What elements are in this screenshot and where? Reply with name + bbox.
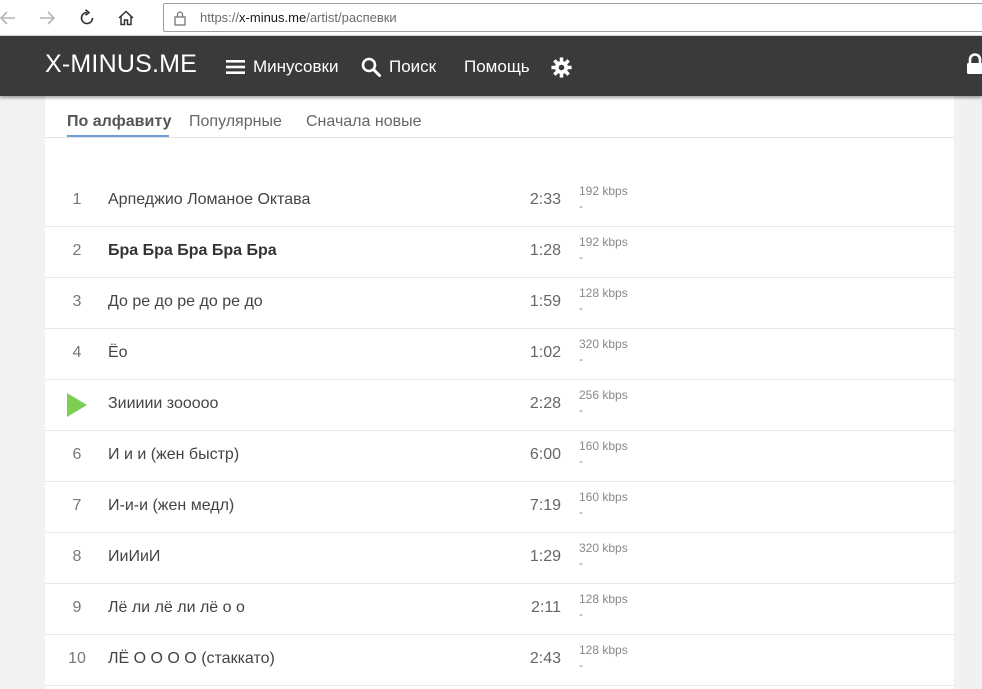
track-number: 9 (72, 599, 82, 616)
scrollbar-track[interactable] (962, 96, 982, 689)
track-list: 1 Арпеджио Ломаное Октава 2:33 192 kbps … (45, 176, 954, 686)
track-extra: - (579, 658, 583, 672)
back-button[interactable] (0, 4, 22, 32)
forward-arrow-icon (40, 11, 56, 25)
track-row[interactable]: 10 ЛЁ О О О О (стаккато) 2:43 128 kbps - (45, 635, 954, 686)
track-number: 1 (72, 191, 82, 208)
lock-icon[interactable] (966, 53, 982, 75)
track-duration: 2:33 (529, 191, 561, 208)
reload-button[interactable] (73, 4, 101, 32)
url-text: https://x-minus.me/artist/распевки (200, 10, 397, 25)
track-extra: - (579, 556, 583, 570)
back-arrow-icon (0, 11, 15, 25)
reload-icon (80, 9, 94, 25)
track-row[interactable]: 7 И-и-и (жен медл) 7:19 160 kbps - (45, 482, 954, 533)
track-title[interactable]: ЛЁ О О О О (стаккато) (108, 650, 275, 668)
track-title[interactable]: Ёо (108, 344, 128, 362)
track-duration: 1:02 (529, 344, 561, 361)
padlock-icon (174, 11, 186, 26)
track-extra: - (579, 250, 583, 264)
track-number: 2 (72, 242, 82, 259)
track-duration: 7:19 (529, 497, 561, 514)
track-title[interactable]: И и и (жен быстр) (108, 446, 239, 464)
track-duration: 2:43 (529, 650, 561, 667)
track-duration: 1:29 (529, 548, 561, 565)
track-extra: - (579, 505, 583, 519)
track-number: 7 (72, 497, 82, 514)
track-list-panel: По алфавиту Популярные Сначала новые 1 А… (45, 96, 954, 689)
tab-alphabetical[interactable]: По алфавиту (67, 113, 171, 131)
track-bitrate: 160 kbps (579, 490, 628, 504)
browser-toolbar: https://x-minus.me/artist/распевки (0, 0, 982, 36)
nav-search[interactable]: Поиск (361, 54, 436, 80)
track-extra: - (579, 199, 583, 213)
track-number: 8 (72, 548, 82, 565)
track-extra: - (579, 454, 583, 468)
tab-newest[interactable]: Сначала новые (306, 113, 421, 131)
track-row[interactable]: 1 Арпеджио Ломаное Октава 2:33 192 kbps … (45, 176, 954, 227)
track-title[interactable]: ИиИиИ (108, 548, 160, 566)
track-row[interactable]: Зиииии зооооо 2:28 256 kbps - (45, 380, 954, 431)
track-duration: 6:00 (529, 446, 561, 463)
track-extra: - (579, 607, 583, 621)
track-title[interactable]: Зиииии зооооо (108, 395, 218, 413)
track-number: 3 (72, 293, 82, 310)
track-number: 4 (72, 344, 82, 361)
play-icon[interactable] (67, 393, 87, 417)
track-title[interactable]: Лё ли лё ли лё о о (108, 599, 245, 617)
track-row[interactable]: 6 И и и (жен быстр) 6:00 160 kbps - (45, 431, 954, 482)
track-title[interactable]: Бра Бра Бра Бра Бра (108, 242, 277, 260)
forward-button[interactable] (33, 4, 61, 32)
home-icon (118, 10, 134, 26)
track-row[interactable]: 4 Ёо 1:02 320 kbps - (45, 329, 954, 380)
settings-button[interactable] (551, 54, 580, 80)
nav-search-label: Поиск (389, 57, 437, 76)
track-duration: 2:28 (529, 395, 561, 412)
nav-help[interactable]: Помощь (464, 54, 530, 80)
track-extra: - (579, 352, 583, 366)
track-duration: 1:59 (529, 293, 561, 310)
track-bitrate: 128 kbps (579, 592, 628, 606)
track-bitrate: 128 kbps (579, 643, 628, 657)
gear-icon (551, 56, 572, 78)
track-duration: 2:11 (531, 599, 561, 616)
track-bitrate: 192 kbps (579, 235, 628, 249)
address-bar[interactable]: https://x-minus.me/artist/распевки (163, 3, 982, 32)
track-duration: 1:28 (529, 242, 561, 259)
track-bitrate: 256 kbps (579, 388, 628, 402)
track-title[interactable]: И-и-и (жен медл) (108, 497, 234, 515)
track-bitrate: 320 kbps (579, 337, 628, 351)
home-button[interactable] (112, 4, 140, 32)
track-row[interactable]: 8 ИиИиИ 1:29 320 kbps - (45, 533, 954, 584)
track-bitrate: 320 kbps (579, 541, 628, 555)
nav-help-label: Помощь (464, 57, 530, 76)
track-row[interactable]: 2 Бра Бра Бра Бра Бра 1:28 192 kbps - (45, 227, 954, 278)
menu-icon (226, 60, 245, 74)
site-header: X-MINUS.ME Минусовки Поиск Помощь (0, 36, 982, 96)
track-title[interactable]: До ре до ре до ре до (108, 293, 263, 311)
track-title[interactable]: Арпеджио Ломаное Октава (108, 191, 310, 209)
active-tab-underline (67, 135, 169, 137)
tab-popular[interactable]: Популярные (189, 113, 282, 131)
nav-minusovki-label: Минусовки (253, 57, 339, 76)
track-row[interactable]: 3 До ре до ре до ре до 1:59 128 kbps - (45, 278, 954, 329)
track-bitrate: 128 kbps (579, 286, 628, 300)
track-number: 10 (68, 650, 86, 667)
track-extra: - (579, 403, 583, 417)
track-extra: - (579, 301, 583, 315)
search-icon (361, 57, 381, 77)
track-bitrate: 160 kbps (579, 439, 628, 453)
track-bitrate: 192 kbps (579, 184, 628, 198)
site-logo[interactable]: X-MINUS.ME (45, 50, 197, 79)
track-row[interactable]: 9 Лё ли лё ли лё о о 2:11 128 kbps - (45, 584, 954, 635)
track-number: 6 (72, 446, 82, 463)
nav-minusovki[interactable]: Минусовки (226, 54, 338, 80)
sort-tabs: По алфавиту Популярные Сначала новые (45, 96, 954, 138)
